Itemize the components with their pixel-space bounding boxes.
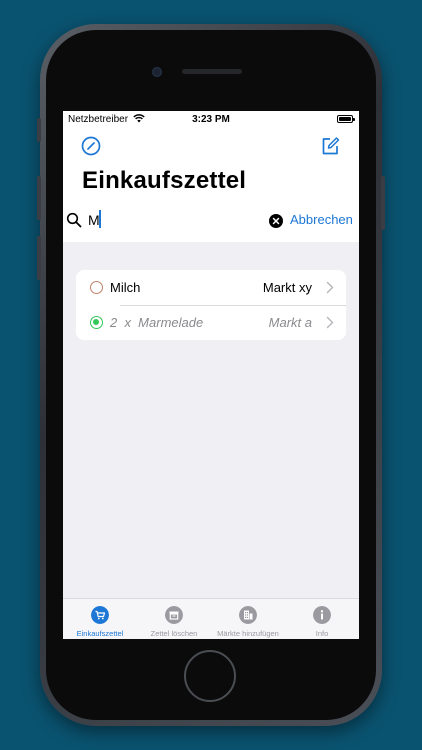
tab-label: Info bbox=[315, 629, 329, 638]
trash-box-icon bbox=[165, 606, 183, 624]
navigation-header: Netzbetreiber 3:23 PM Einkaufszettel M A… bbox=[63, 111, 359, 242]
cancel-search-button[interactable]: Abbrechen bbox=[290, 212, 353, 227]
building-icon bbox=[239, 606, 257, 624]
list-item[interactable]: 2 x Marmelade Markt a bbox=[76, 305, 346, 340]
page-title: Einkaufszettel bbox=[82, 167, 247, 194]
shopping-list: Milch Markt xy 2 x Marmelade Markt a bbox=[76, 270, 346, 340]
app-screen: Netzbetreiber 3:23 PM Einkaufszettel M A… bbox=[63, 111, 359, 639]
search-icon bbox=[66, 212, 82, 228]
tab-einkaufszettel[interactable]: Einkaufszettel bbox=[63, 599, 137, 639]
status-bar: Netzbetreiber 3:23 PM bbox=[63, 111, 359, 129]
battery-icon bbox=[337, 115, 355, 123]
item-store: Markt xy bbox=[262, 280, 312, 295]
tab-info[interactable]: Info bbox=[285, 599, 359, 639]
volume-down-button bbox=[37, 236, 41, 280]
tab-zettel-loeschen[interactable]: Zettel löschen bbox=[137, 599, 211, 639]
item-store: Markt a bbox=[268, 315, 312, 330]
item-name: Milch bbox=[110, 280, 141, 295]
volume-up-button bbox=[37, 176, 41, 220]
chevron-right-icon bbox=[326, 316, 334, 329]
cart-icon bbox=[91, 606, 109, 624]
list-item[interactable]: Milch Markt xy bbox=[76, 270, 346, 306]
slash-circle-icon[interactable] bbox=[80, 135, 102, 157]
text-cursor bbox=[99, 210, 101, 228]
silent-switch bbox=[37, 118, 41, 142]
compose-icon[interactable] bbox=[319, 135, 341, 157]
home-button[interactable] bbox=[184, 650, 236, 702]
checked-circle-icon[interactable] bbox=[90, 316, 103, 329]
tab-maerkte-hinzufuegen[interactable]: Märkte hinzufügen bbox=[211, 599, 285, 639]
chevron-right-icon bbox=[326, 281, 334, 294]
info-icon bbox=[313, 606, 331, 624]
front-camera bbox=[152, 67, 162, 77]
tab-bar: Einkaufszettel Zettel löschen Märkte hin… bbox=[63, 598, 359, 639]
search-input[interactable]: M bbox=[88, 212, 100, 228]
clear-search-icon[interactable] bbox=[269, 214, 283, 228]
earpiece-speaker bbox=[182, 69, 242, 74]
clock: 3:23 PM bbox=[192, 114, 230, 125]
unchecked-circle-icon[interactable] bbox=[90, 281, 103, 294]
power-button bbox=[381, 176, 385, 230]
item-name: 2 x Marmelade bbox=[110, 315, 204, 330]
